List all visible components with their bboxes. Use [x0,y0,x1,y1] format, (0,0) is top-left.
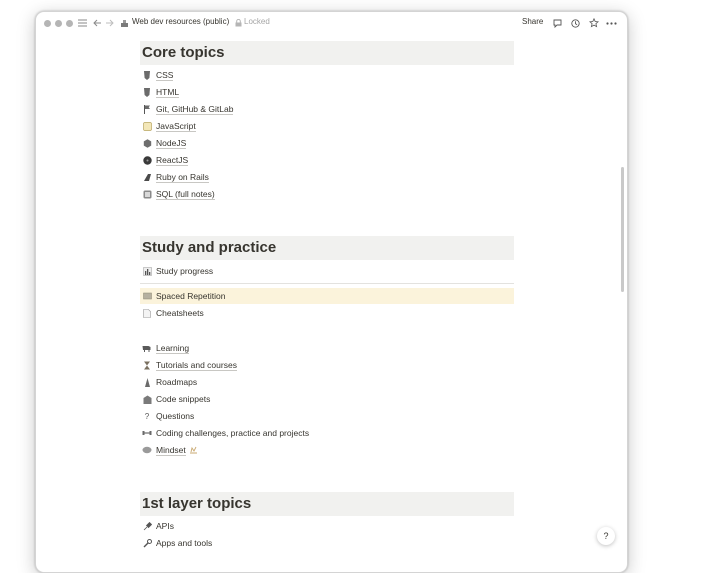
building-icon [142,394,152,404]
heading-1st-layer-topics: 1st layer topics [140,492,514,516]
card-box-icon [142,291,152,301]
app-window: Web dev resources (public) Locked Share … [35,11,628,573]
history-clock-icon[interactable] [569,16,581,30]
react-atom-icon [142,155,152,165]
help-button[interactable]: ? [597,527,615,545]
bar-chart-icon [142,266,152,276]
spaced-repetition-item[interactable]: Spaced Repetition [140,288,514,304]
page-link-html[interactable]: HTML [140,84,514,100]
coding-challenges-item[interactable]: Coding challenges, practice and projects [140,425,514,441]
git-flag-icon [142,104,152,114]
cheatsheets-item[interactable]: Cheatsheets [140,305,514,321]
questions-item[interactable]: ? Questions [140,408,514,424]
zoom-window-button[interactable] [66,20,73,27]
page-link-mindset[interactable]: Mindset [140,442,514,458]
heading-core-topics: Core topics [140,41,514,65]
html-icon [142,87,152,97]
brain-icon [142,445,152,455]
database-icon [142,189,152,199]
page-link-sql[interactable]: SQL (full notes) [140,186,514,202]
page-link-learning[interactable]: Learning [140,340,514,356]
lock-icon [232,16,244,30]
page-icon [142,308,152,318]
sidebar-toggle-icon[interactable] [76,16,88,30]
divider [140,283,514,284]
page-link-ruby-on-rails[interactable]: Ruby on Rails [140,169,514,185]
comment-icon[interactable] [551,16,563,30]
page-link-nodejs[interactable]: NodeJS [140,135,514,151]
page-emoji-icon [118,16,130,30]
heading-study-and-practice: Study and practice [140,236,514,260]
roadmaps-item[interactable]: Roadmaps [140,374,514,390]
page-link-tutorials[interactable]: Tutorials and courses [140,357,514,373]
code-snippets-item[interactable]: Code snippets [140,391,514,407]
more-options-icon[interactable] [605,16,617,30]
plug-icon [142,521,152,531]
wrench-icon [142,538,152,548]
favorite-star-icon[interactable] [588,16,600,30]
page-link-reactjs[interactable]: ReactJS [140,152,514,168]
nodejs-hexagon-icon [142,138,152,148]
apis-item[interactable]: APIs [140,518,514,534]
study-progress-item[interactable]: Study progress [140,263,514,279]
sparkle-icon [189,445,199,455]
tower-icon [142,377,152,387]
hourglass-icon [142,360,152,370]
title-bar: Web dev resources (public) Locked Share [36,12,627,34]
ox-icon [142,343,152,353]
javascript-icon [142,121,152,131]
page-link-javascript[interactable]: JavaScript [140,118,514,134]
scrollbar[interactable] [621,167,624,292]
breadcrumb[interactable]: Web dev resources (public) [132,17,229,26]
locked-label: Locked [244,17,270,26]
css-icon [142,70,152,80]
page-link-git[interactable]: Git, GitHub & GitLab [140,101,514,117]
close-window-button[interactable] [44,20,51,27]
back-arrow-icon[interactable] [91,16,103,30]
minimize-window-button[interactable] [55,20,62,27]
apps-and-tools-item[interactable]: Apps and tools [140,535,514,551]
page-link-css[interactable]: CSS [140,67,514,83]
forward-arrow-icon[interactable] [103,16,115,30]
question-mark-icon: ? [144,411,150,421]
dumbbell-icon [142,428,152,438]
share-button[interactable]: Share [522,17,543,26]
rails-icon [142,172,152,182]
